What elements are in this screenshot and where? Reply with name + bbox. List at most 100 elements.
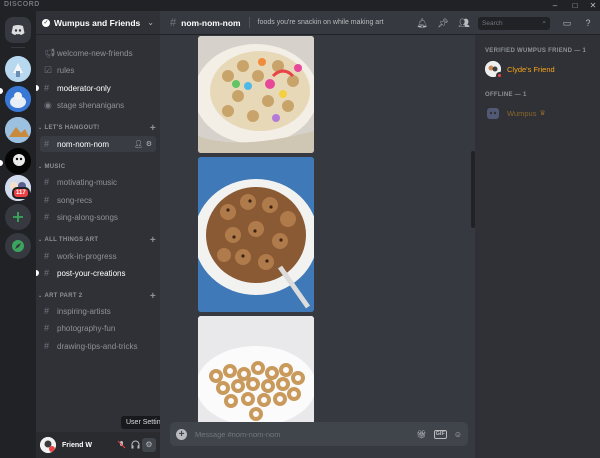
- create-channel-icon[interactable]: +: [150, 123, 156, 134]
- channel-label: stage shenanigans: [57, 100, 125, 110]
- maximize-button[interactable]: □: [569, 0, 581, 11]
- member-list-icon[interactable]: 👥︎: [457, 18, 471, 29]
- hash-icon: #: [44, 195, 50, 205]
- channel-work-in-progress[interactable]: # work-in-progress: [40, 248, 156, 264]
- guild-name: Wumpus and Friends: [54, 17, 141, 28]
- category-art-part-2[interactable]: ⌄ ART PART 2 +: [38, 290, 156, 302]
- category-lets-hangout[interactable]: ⌄ LET'S HANGOUT! +: [38, 122, 156, 134]
- user-settings-gear-icon[interactable]: ⚙: [142, 438, 156, 452]
- headphones-icon[interactable]: [128, 440, 142, 451]
- avatar[interactable]: [40, 437, 56, 453]
- member-category-header: VERIFIED WUMPUS FRIEND — 1: [485, 48, 587, 54]
- rules-icon: ☑︎: [44, 64, 53, 75]
- rail-divider: [11, 47, 25, 48]
- add-attachment-button[interactable]: +: [176, 428, 187, 440]
- crown-icon: ♛: [539, 110, 546, 117]
- image-attachment[interactable]: [198, 36, 314, 153]
- emoji-icon[interactable]: ☺: [454, 430, 462, 439]
- channel-nom-nom-nom[interactable]: # nom-nom-nom 👤︎ ⚙: [40, 136, 156, 152]
- message-input[interactable]: Message #nom-nom-nom: [195, 430, 410, 439]
- username: Friend W: [62, 441, 92, 449]
- header-toolbar: 🔔︎ 📌︎ 👥︎ Search ⌕ ▭ ?: [415, 11, 600, 35]
- create-channel-icon[interactable]: +: [150, 291, 156, 302]
- hash-icon: #: [44, 268, 50, 278]
- server-icon-2[interactable]: [5, 86, 31, 112]
- hash-icon: #: [170, 16, 177, 29]
- status-icon: [496, 72, 503, 79]
- server-icon-1[interactable]: [5, 56, 31, 82]
- explore-servers-button[interactable]: [5, 233, 31, 259]
- minimize-button[interactable]: –: [549, 0, 561, 11]
- message-composer[interactable]: + Message #nom-nom-nom 🎁︎ GIF ☺: [170, 422, 468, 446]
- unread-indicator: [36, 85, 39, 91]
- app-brand: DISCORD: [4, 1, 40, 8]
- channel-rules[interactable]: ☑︎ rules: [40, 62, 156, 78]
- mute-microphone-icon[interactable]: [114, 440, 128, 451]
- image-attachment[interactable]: [198, 316, 314, 434]
- user-panel: Friend W ⚙: [36, 432, 160, 458]
- channel-photography-fun[interactable]: # photography-fun: [40, 320, 156, 336]
- channel-drawing-tips-and-tricks[interactable]: # drawing-tips-and-tricks: [40, 338, 156, 354]
- channel-label: work-in-progress: [57, 251, 117, 261]
- hash-icon: #: [44, 83, 50, 93]
- compass-icon: [12, 240, 24, 252]
- channel-label: motivating-music: [57, 177, 118, 187]
- channel-label: rules: [57, 65, 75, 75]
- channel-label: inspiring-artists: [57, 306, 111, 316]
- inbox-icon[interactable]: ▭: [560, 18, 574, 29]
- member-item[interactable]: Clyde's Friend: [485, 61, 555, 79]
- channel-song-recs[interactable]: # song-recs: [40, 192, 156, 208]
- bell-icon[interactable]: 🔔︎: [415, 18, 429, 29]
- chevron-down-icon: ⌄: [147, 18, 154, 27]
- help-icon[interactable]: ?: [581, 18, 595, 28]
- gear-icon[interactable]: ⚙: [146, 140, 152, 148]
- channel-label: nom-nom-nom: [57, 139, 110, 149]
- close-button[interactable]: ✕: [587, 0, 599, 11]
- chat-area: # nom-nom-nom foods you're snackin on wh…: [160, 11, 600, 458]
- announcement-icon: 📢︎: [44, 47, 56, 58]
- guild-header[interactable]: ✓ Wumpus and Friends ⌄: [36, 11, 160, 35]
- member-item[interactable]: Wumpus ♛: [485, 105, 546, 121]
- channel-label: post-your-creations: [57, 268, 126, 278]
- channel-welcome-new-friends[interactable]: 📢︎ welcome-new-friends: [40, 45, 156, 61]
- search-icon: ⌕: [542, 19, 546, 26]
- server-indicator: [0, 88, 3, 94]
- channel-sing-along-songs[interactable]: # sing-along-songs: [40, 209, 156, 225]
- hash-icon: #: [44, 251, 50, 261]
- channel-sidebar: ✓ Wumpus and Friends ⌄ 📢︎ welcome-new-fr…: [36, 11, 160, 458]
- channel-stage-shenanigans[interactable]: ◉ stage shenanigans: [40, 97, 156, 113]
- channel-topic: foods you're snackin on while making art: [257, 19, 384, 26]
- channel-label: photography-fun: [57, 323, 116, 333]
- stage-icon: ◉: [44, 99, 52, 110]
- chevron-down-icon: ⌄: [38, 293, 43, 299]
- channel-moderator-only[interactable]: # moderator-only: [36, 80, 156, 96]
- channel-motivating-music[interactable]: # motivating-music: [40, 174, 156, 190]
- invite-icon[interactable]: 👤︎: [134, 140, 143, 148]
- server-icon-3[interactable]: [5, 117, 31, 143]
- category-all-things-art[interactable]: ⌄ ALL THINGS ART +: [38, 234, 156, 246]
- chevron-down-icon: ⌄: [38, 164, 43, 170]
- image-attachment[interactable]: [198, 157, 314, 312]
- home-button[interactable]: [5, 17, 31, 43]
- title-bar: DISCORD – □ ✕: [0, 0, 600, 11]
- discord-logo-icon: [11, 25, 25, 35]
- channel-post-your-creations[interactable]: # post-your-creations: [36, 265, 156, 281]
- search-placeholder: Search: [482, 19, 503, 27]
- channel-label: sing-along-songs: [57, 212, 118, 222]
- unread-indicator: [36, 270, 39, 276]
- member-category-header: OFFLINE — 1: [485, 92, 527, 98]
- hash-icon: #: [44, 306, 50, 316]
- server-rail: 117: [0, 11, 36, 458]
- server-icon-4[interactable]: [5, 148, 31, 174]
- channel-label: welcome-new-friends: [57, 48, 133, 58]
- pin-icon[interactable]: 📌︎: [436, 18, 450, 29]
- search-input[interactable]: Search ⌕: [478, 16, 550, 30]
- gift-icon[interactable]: 🎁︎: [417, 430, 427, 439]
- create-channel-icon[interactable]: +: [150, 235, 156, 246]
- category-music[interactable]: ⌄ MUSIC: [38, 161, 156, 173]
- channel-inspiring-artists[interactable]: # inspiring-artists: [40, 303, 156, 319]
- gif-button[interactable]: GIF: [433, 429, 447, 439]
- hash-icon: #: [44, 139, 50, 149]
- category-label: MUSIC: [44, 164, 66, 170]
- add-server-button[interactable]: [5, 204, 31, 230]
